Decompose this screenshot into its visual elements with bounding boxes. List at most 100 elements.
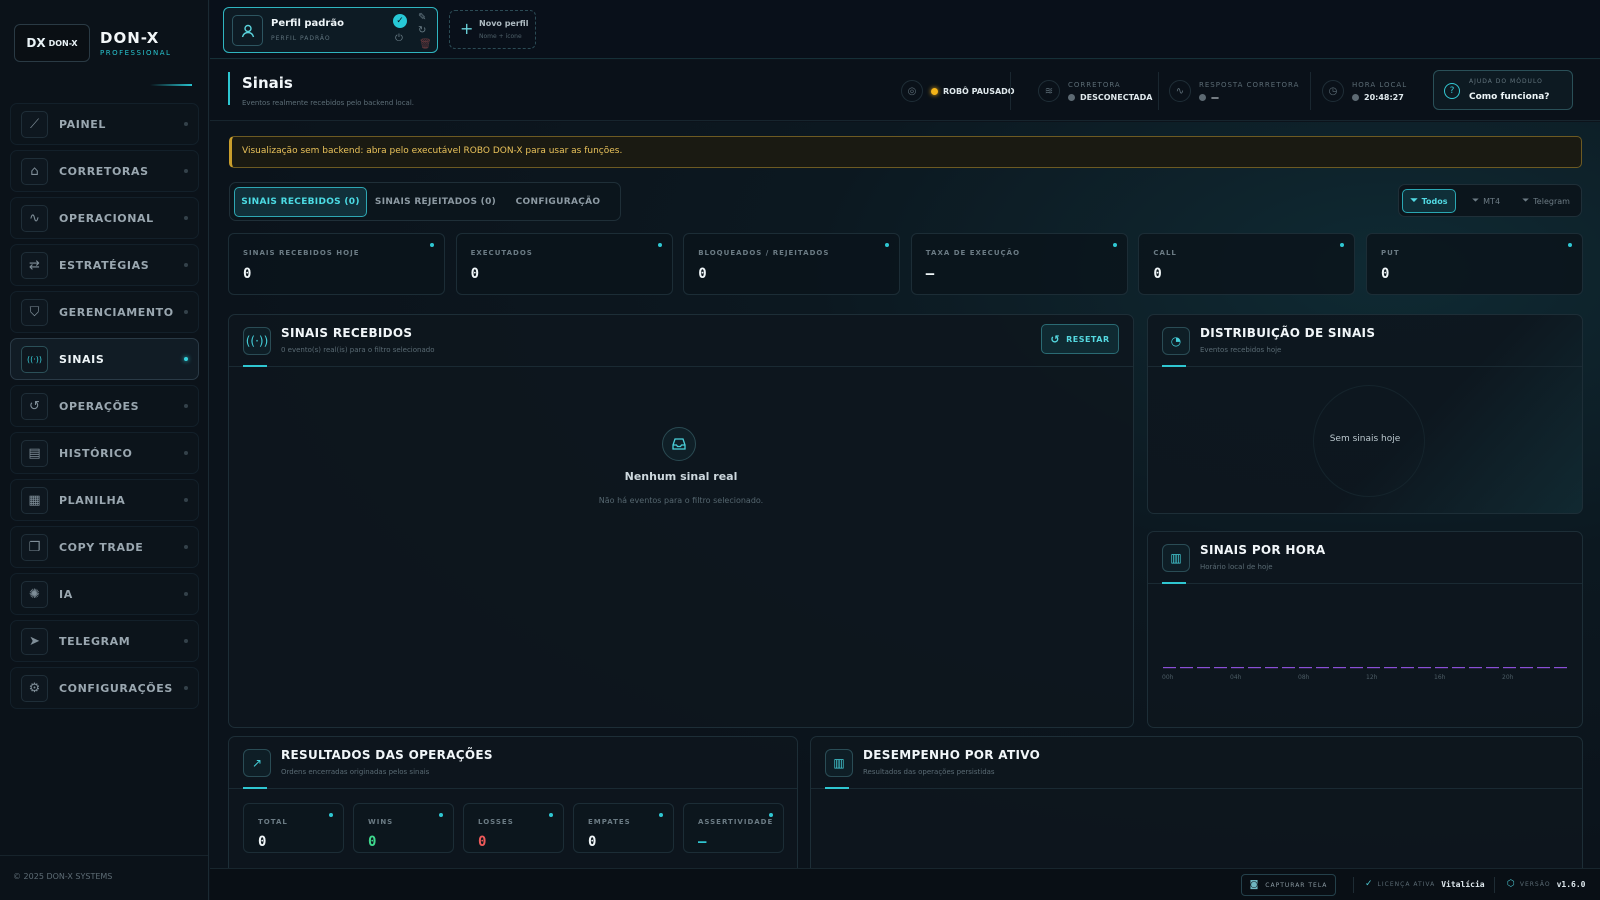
power-icon[interactable]: ⏻ xyxy=(395,33,403,44)
page-header: Sinais Eventos realmente recebidos pelo … xyxy=(210,60,1600,121)
sidebar-item-label: IA xyxy=(59,587,73,601)
divider xyxy=(1010,72,1011,110)
sidebar-item-estrategias[interactable]: ⇄ ESTRATÉGIAS xyxy=(10,244,199,286)
results-title: RESULTADOS DAS OPERAÇÕES xyxy=(281,748,493,762)
results-subtitle: Ordens encerradas originadas pelos sinai… xyxy=(281,768,430,776)
sidebar-item-operacional[interactable]: ∿ OPERACIONAL xyxy=(10,197,199,239)
sidebar-item-configuracoes[interactable]: ⚙ CONFIGURAÇÕES xyxy=(10,667,199,709)
stat-card: CALL 0 xyxy=(1138,233,1356,295)
filter-mt4[interactable]: ⏷ MT4 xyxy=(1461,189,1511,213)
version-value: v1.6.0 xyxy=(1556,879,1586,889)
profile-subtitle: PERFIL PADRÃO xyxy=(271,35,331,42)
hour-bar xyxy=(1418,667,1431,669)
robot-status-text: ROBÔ PAUSADO xyxy=(943,86,1015,96)
sidebar-item-label: OPERACIONAL xyxy=(59,211,154,225)
profile-card[interactable]: Perfil padrão PERFIL PADRÃO ✓ ⏻ ✎ ↻ 🗑 xyxy=(223,7,438,53)
gear-icon: ⚙ xyxy=(21,674,48,702)
nav-indicator-dot xyxy=(184,498,188,502)
sidebar-item-planilha[interactable]: ▦ PLANILHA xyxy=(10,479,199,521)
performance-title: DESEMPENHO POR ATIVO xyxy=(863,748,1041,762)
filter-icon: ⏷ xyxy=(1471,196,1480,206)
filter-telegram[interactable]: ⏷ Telegram xyxy=(1513,189,1579,213)
sidebar-item-corretoras[interactable]: ⌂ CORRETORAS xyxy=(10,150,199,192)
sidebar-item-operacoes[interactable]: ↺ OPERAÇÕES xyxy=(10,385,199,427)
hour-bar xyxy=(1231,667,1244,669)
distribution-subtitle: Eventos recebidos hoje xyxy=(1200,346,1282,354)
x-tick-label: 00h xyxy=(1162,674,1174,681)
page-title: Sinais xyxy=(242,74,293,92)
hour-bar xyxy=(1384,667,1397,669)
sidebar-item-painel[interactable]: ⟋ PAINEL xyxy=(10,103,199,145)
main-content: Visualização sem backend: abra pelo exec… xyxy=(210,122,1600,876)
stat-indicator-dot xyxy=(329,813,333,817)
result-stat-label: TOTAL xyxy=(258,818,288,826)
sidebar-item-sinais[interactable]: ((·)) SINAIS xyxy=(10,338,199,380)
send-icon: ➤ xyxy=(21,627,48,655)
broker-value: DESCONECTADA xyxy=(1080,92,1153,102)
help-label: AJUDA DO MÓDULO xyxy=(1469,78,1543,85)
nav-indicator-dot xyxy=(184,122,188,126)
hour-bar xyxy=(1486,667,1499,669)
no-data-text: Sem sinais hoje xyxy=(1329,434,1401,444)
result-stat-value: — xyxy=(698,834,707,850)
help-button[interactable]: ? AJUDA DO MÓDULO Como funciona? xyxy=(1433,70,1573,110)
sidebar-item-historico[interactable]: ▤ HISTÓRICO xyxy=(10,432,199,474)
stat-indicator-dot xyxy=(430,243,434,247)
target-icon: ◎ xyxy=(901,80,923,102)
reset-button[interactable]: ↺ RESETAR xyxy=(1041,324,1119,354)
response-label: RESPOSTA CORRETORA xyxy=(1199,80,1300,89)
question-icon: ? xyxy=(1444,83,1460,99)
page-subtitle: Eventos realmente recebidos pelo backend… xyxy=(242,99,415,107)
refresh-icon[interactable]: ↻ xyxy=(418,25,426,36)
received-panel: ((·)) SINAIS RECEBIDOS 0 evento(s) real(… xyxy=(228,314,1134,728)
result-stat-value: 0 xyxy=(478,834,487,850)
hour-bar xyxy=(1163,667,1176,669)
pulse-icon: ∿ xyxy=(1169,80,1191,102)
hour-bar xyxy=(1282,667,1295,669)
divider xyxy=(811,788,1582,789)
response-status: ∿ RESPOSTA CORRETORA — xyxy=(1169,74,1299,108)
tab-received[interactable]: SINAIS RECEBIDOS (0) xyxy=(234,187,367,217)
result-stat-card: WINS 0 xyxy=(353,803,454,853)
result-stat-value: 0 xyxy=(368,834,377,850)
stat-indicator-dot xyxy=(439,813,443,817)
copyright: © 2025 DON-X SYSTEMS xyxy=(13,872,113,881)
hour-bar xyxy=(1452,667,1465,669)
stat-indicator-dot xyxy=(1568,243,1572,247)
sidebar-item-gerenciamento[interactable]: ⛉ GERENCIAMENTO xyxy=(10,291,199,333)
status-dot xyxy=(1352,93,1359,101)
edit-icon[interactable]: ✎ xyxy=(418,12,426,23)
brand-name: DON-X xyxy=(100,29,160,47)
tab-rejected[interactable]: SINAIS REJEITADOS (0) xyxy=(374,187,497,217)
response-value: — xyxy=(1211,92,1219,102)
brain-icon: ✺ xyxy=(21,580,48,608)
sidebar-item-telegram[interactable]: ➤ TELEGRAM xyxy=(10,620,199,662)
stat-label: EXECUTADOS xyxy=(470,249,533,257)
sidebar-item-label: PAINEL xyxy=(59,117,106,131)
version-label: VERSÃO xyxy=(1519,880,1551,888)
result-stat-card: ASSERTIVIDADE — xyxy=(683,803,784,853)
capture-screen-button[interactable]: ◙ CAPTURAR TELA xyxy=(1241,874,1336,896)
filter-all[interactable]: ⏷ Todos xyxy=(1402,189,1456,213)
nav-indicator-dot xyxy=(184,263,188,267)
title-underline xyxy=(1162,365,1186,367)
plus-icon: + xyxy=(460,19,474,38)
hour-bar xyxy=(1469,667,1482,669)
trash-icon[interactable]: 🗑 xyxy=(419,39,432,50)
divider xyxy=(1353,877,1354,893)
logo-divider xyxy=(150,84,192,86)
sidebar-item-copy-trade[interactable]: ❐ COPY TRADE xyxy=(10,526,199,568)
new-profile-button[interactable]: + Novo perfil Nome + ícone xyxy=(449,10,536,49)
result-stat-label: WINS xyxy=(368,818,394,826)
tab-config[interactable]: CONFIGURAÇÃO xyxy=(502,187,614,217)
spreadsheet-icon: ▦ xyxy=(21,486,48,514)
nav-indicator-dot xyxy=(184,545,188,549)
sidebar-item-label: PLANILHA xyxy=(59,493,126,507)
stat-label: BLOQUEADOS / REJEITADOS xyxy=(698,249,830,257)
distribution-panel: ◔ DISTRIBUIÇÃO DE SINAIS Eventos recebid… xyxy=(1147,314,1583,514)
broker-status: ≋ CORRETORA DESCONECTADA xyxy=(1038,74,1152,108)
sidebar-item-ia[interactable]: ✺ IA xyxy=(10,573,199,615)
hour-bar xyxy=(1554,667,1567,669)
sidebar-item-label: SINAIS xyxy=(59,352,105,366)
hour-bar xyxy=(1265,667,1278,669)
